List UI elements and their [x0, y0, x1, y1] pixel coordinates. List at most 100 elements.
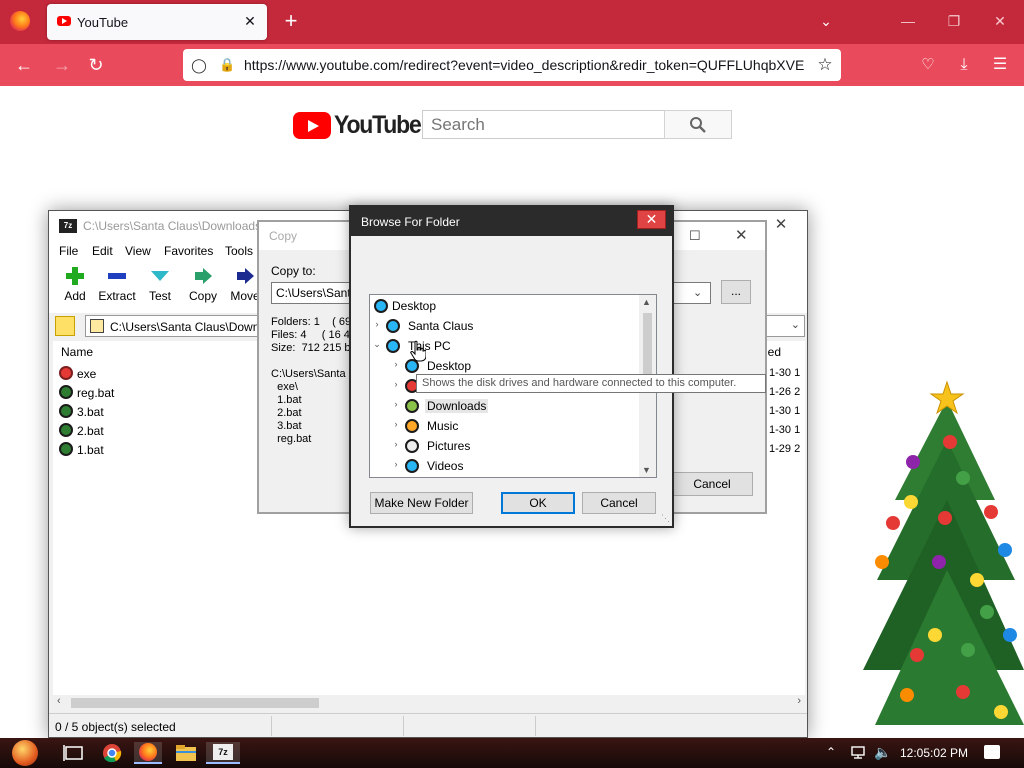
browse-dialog-titlebar[interactable]: Browse For Folder ✕: [351, 207, 672, 236]
menu-favorites[interactable]: Favorites: [164, 244, 213, 258]
browse-button[interactable]: ...: [721, 280, 751, 304]
browse-dialog-close-button[interactable]: ✕: [637, 210, 666, 229]
list-item[interactable]: exe: [59, 365, 259, 383]
minimize-window-icon[interactable]: —: [897, 10, 919, 32]
scroll-left-icon[interactable]: ‹: [57, 695, 61, 707]
scroll-right-icon[interactable]: ›: [797, 695, 801, 707]
chrome-icon[interactable]: [100, 742, 124, 764]
cancel-button[interactable]: Cancel: [582, 492, 656, 514]
volume-icon[interactable]: 🔈: [874, 744, 891, 761]
firefox-taskbar-button[interactable]: [134, 742, 162, 764]
search-icon: [690, 117, 706, 133]
browse-dialog-title: Browse For Folder: [361, 215, 460, 229]
copy-button[interactable]: Copy: [179, 267, 227, 311]
file-date: 1-26 2: [769, 386, 801, 398]
music-folder-icon: [405, 419, 419, 433]
horizontal-scrollbar[interactable]: ‹ ›: [53, 695, 805, 711]
chevron-down-icon[interactable]: ⌄: [693, 286, 702, 299]
user-folder-icon: [386, 319, 400, 333]
taskbar-clock[interactable]: 12:05:02 PM: [900, 746, 968, 760]
make-new-folder-button[interactable]: Make New Folder: [370, 492, 473, 514]
youtube-logo[interactable]: YouTube: [293, 111, 422, 141]
forward-arrow-icon[interactable]: →: [50, 54, 74, 76]
sevenzip-close-icon[interactable]: ✕: [773, 217, 789, 233]
menu-view[interactable]: View: [125, 244, 151, 258]
network-icon[interactable]: [850, 744, 868, 760]
check-arrow-icon: [151, 271, 169, 281]
taskbar: 7z ⌃ 🔈 12:05:02 PM: [0, 738, 1024, 768]
pocket-icon[interactable]: ♡: [916, 54, 940, 76]
firefox-logo-icon[interactable]: [10, 11, 30, 31]
chevron-right-icon[interactable]: ›: [391, 459, 401, 469]
start-button[interactable]: [8, 738, 42, 768]
sevenzip-app-icon: 7z: [59, 219, 77, 233]
youtube-search-input[interactable]: [422, 110, 665, 139]
chevron-right-icon[interactable]: ›: [391, 399, 401, 409]
bookmark-star-icon[interactable]: ☆: [815, 55, 835, 75]
chevron-down-icon[interactable]: ⌄: [791, 318, 800, 331]
file-date: 1-30 1: [769, 424, 801, 436]
tracking-protection-shield-icon[interactable]: ◯: [191, 57, 207, 73]
tab-close-icon[interactable]: ✕: [241, 12, 259, 30]
extract-button[interactable]: Extract: [93, 267, 141, 311]
list-all-tabs-icon[interactable]: ⌄: [815, 10, 837, 32]
menu-tools[interactable]: Tools: [225, 244, 253, 258]
download-icon[interactable]: ⤓: [952, 54, 976, 76]
address-text: C:\Users\Santa Claus\Down: [110, 320, 260, 334]
chevron-right-icon[interactable]: ›: [372, 319, 382, 329]
url-text[interactable]: https://www.youtube.com/redirect?event=v…: [244, 57, 804, 73]
file-explorer-icon[interactable]: [174, 742, 198, 764]
youtube-favicon-icon: [57, 16, 71, 26]
close-window-icon[interactable]: ✕: [989, 10, 1011, 32]
youtube-search-button[interactable]: [664, 110, 732, 139]
copy-label: Copy: [188, 289, 217, 303]
add-button[interactable]: Add: [51, 267, 99, 311]
browser-tab-bar: YouTube ✕ + ⌄ — ❐ ✕: [0, 0, 1024, 44]
copy-dialog-title: Copy: [269, 229, 298, 243]
list-item[interactable]: reg.bat: [59, 384, 259, 402]
copy-cancel-button[interactable]: Cancel: [671, 472, 753, 496]
scroll-up-icon[interactable]: ▲: [642, 297, 651, 307]
resize-grip-icon[interactable]: ⋱: [661, 513, 670, 524]
menu-edit[interactable]: Edit: [92, 244, 113, 258]
browse-for-folder-dialog: Browse For Folder ✕ Desktop › Santa Clau…: [349, 205, 674, 528]
chevron-right-icon[interactable]: ›: [391, 419, 401, 429]
folder-up-icon[interactable]: [55, 316, 75, 336]
scroll-down-icon[interactable]: ▼: [642, 465, 651, 475]
chevron-down-icon[interactable]: ⌄: [372, 339, 382, 350]
desktop-folder-icon: [374, 299, 388, 313]
list-item[interactable]: 1.bat: [59, 441, 259, 459]
reload-icon[interactable]: ↻: [84, 54, 108, 76]
chevron-right-icon[interactable]: ›: [391, 359, 401, 369]
sevenzip-taskbar-button[interactable]: 7z: [206, 742, 240, 764]
menu-file[interactable]: File: [59, 244, 78, 258]
scroll-thumb[interactable]: [71, 698, 319, 708]
column-header-name[interactable]: Name: [61, 345, 93, 359]
notifications-icon[interactable]: [984, 745, 1000, 759]
lock-icon[interactable]: 🔒: [219, 57, 235, 73]
column-header-modified[interactable]: ied: [765, 345, 781, 359]
hamburger-menu-icon[interactable]: ☰: [988, 54, 1012, 76]
status-divider: [271, 716, 272, 736]
tree-node-label: Music: [427, 419, 459, 433]
tab-youtube[interactable]: YouTube ✕: [47, 4, 267, 40]
exe-file-icon: [59, 366, 73, 380]
new-tab-button[interactable]: +: [280, 10, 302, 32]
chevron-right-icon[interactable]: ›: [391, 439, 401, 449]
task-view-icon[interactable]: [62, 742, 86, 764]
list-item[interactable]: 2.bat: [59, 422, 259, 440]
test-label: Test: [148, 289, 171, 303]
ok-button[interactable]: OK: [501, 492, 575, 514]
status-bar: 0 / 5 object(s) selected: [49, 713, 807, 737]
list-item[interactable]: 3.bat: [59, 403, 259, 421]
copy-file-listing: C:\Users\Santa exe\ 1.bat 2.bat 3.bat re…: [271, 368, 346, 445]
url-bar[interactable]: ◯ 🔒 https://www.youtube.com/redirect?eve…: [183, 49, 841, 81]
test-button[interactable]: Test: [136, 267, 184, 311]
restore-window-icon[interactable]: ❐: [943, 10, 965, 32]
chevron-right-icon[interactable]: ›: [391, 379, 401, 389]
show-hidden-icons-icon[interactable]: ⌃: [826, 745, 836, 759]
maximize-icon[interactable]: ☐: [689, 228, 701, 244]
back-arrow-icon[interactable]: ←: [12, 54, 36, 76]
scroll-thumb[interactable]: [643, 313, 652, 377]
copy-dialog-close-icon[interactable]: ✕: [735, 226, 748, 244]
